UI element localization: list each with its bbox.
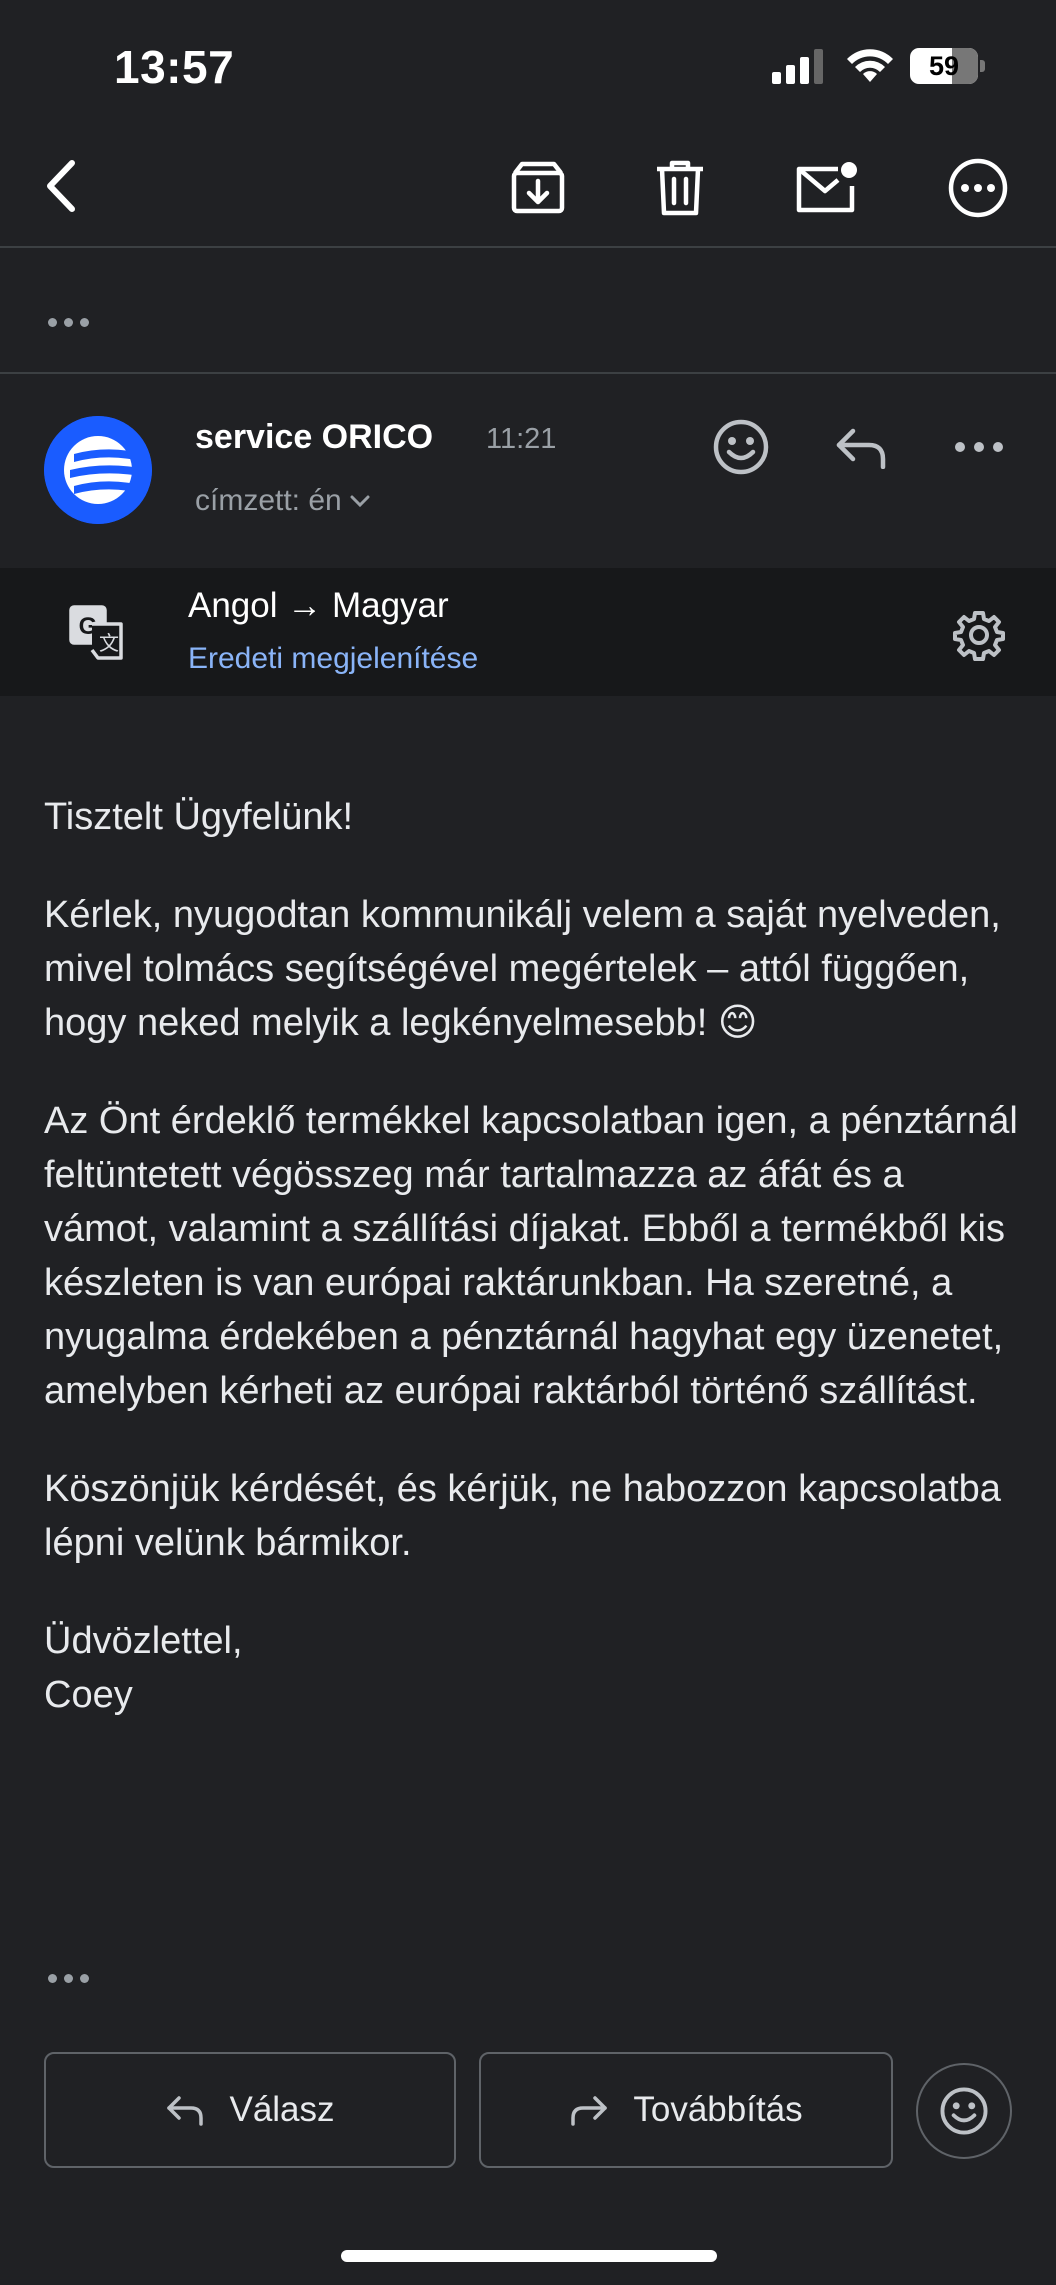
translate-icon: G 文 (69, 605, 123, 660)
greeting: Tisztelt Ügyfelünk! (44, 796, 354, 838)
collapsed-messages-button[interactable] (48, 318, 89, 327)
dot (48, 1974, 57, 1983)
emoji-reaction-button[interactable] (916, 2063, 1012, 2159)
reply-icon (836, 428, 886, 469)
signature: Coey (44, 1674, 133, 1716)
dot (80, 1974, 89, 1983)
more-circle-icon (948, 158, 1008, 218)
message-time: 11:21 (486, 423, 557, 455)
archive-button[interactable] (500, 150, 576, 226)
reply-icon (167, 2096, 204, 2126)
recipient-label: címzett: én (195, 484, 342, 517)
mark-unread-icon (796, 162, 857, 213)
orico-logo (44, 416, 152, 524)
avatar[interactable] (44, 416, 152, 524)
cellular-signal-icon (772, 49, 823, 84)
battery-icon: 59 (910, 48, 986, 84)
svg-text:文: 文 (99, 632, 119, 655)
translation-settings-button[interactable] (944, 600, 1014, 670)
dot (64, 1974, 73, 1983)
reply-label: Válasz (229, 2090, 335, 2129)
dot (48, 318, 57, 327)
message-more-button[interactable] (944, 412, 1014, 482)
chevron-down-icon (350, 495, 370, 508)
forward-label: Továbbítás (633, 2090, 803, 2129)
status-time: 13:57 (114, 41, 235, 93)
forward-action-button[interactable]: Továbbítás (479, 2052, 893, 2168)
show-trimmed-content-button[interactable] (48, 1974, 89, 1983)
home-indicator[interactable] (341, 2250, 717, 2262)
emoji-reaction-button[interactable] (706, 412, 776, 482)
dot (80, 318, 89, 327)
battery-level: 59 (928, 51, 960, 81)
body-paragraph: Kérlek, nyugodtan kommunikálj velem a sa… (44, 894, 1001, 1044)
recipient-details[interactable]: címzett: én (195, 484, 370, 518)
back-icon (47, 160, 75, 212)
forward-icon (571, 2096, 608, 2126)
sender-name: service ORICO (195, 418, 434, 456)
emoji-icon (940, 2087, 988, 2135)
body-paragraph: Köszönjük kérdését, és kérjük, ne habozz… (44, 1468, 1001, 1564)
delete-button[interactable] (642, 150, 718, 226)
wifi-icon (847, 49, 893, 82)
body-paragraph: Az Önt érdeklő termékkel kapcsolatban ig… (44, 1100, 1018, 1412)
more-horizontal-icon (955, 442, 1003, 452)
divider (0, 246, 1056, 248)
closing: Üdvözlettel, (44, 1620, 243, 1662)
reply-action-button[interactable]: Válasz (44, 2052, 456, 2168)
emoji-icon (713, 419, 769, 475)
translation-languages: Angol → Magyar (188, 586, 449, 625)
message-body: Tisztelt Ügyfelünk! Kérlek, nyugodtan ko… (44, 790, 1024, 1722)
dot (64, 318, 73, 327)
mark-unread-button[interactable] (788, 150, 864, 226)
divider (0, 372, 1056, 374)
archive-icon (511, 161, 565, 214)
show-original-link[interactable]: Eredeti megjelenítése (188, 642, 478, 676)
back-button[interactable] (30, 150, 90, 222)
reply-button[interactable] (826, 412, 896, 482)
trash-icon (657, 160, 703, 216)
settings-icon (953, 611, 1005, 661)
translation-bar (0, 568, 1056, 696)
more-options-button[interactable] (940, 150, 1016, 226)
